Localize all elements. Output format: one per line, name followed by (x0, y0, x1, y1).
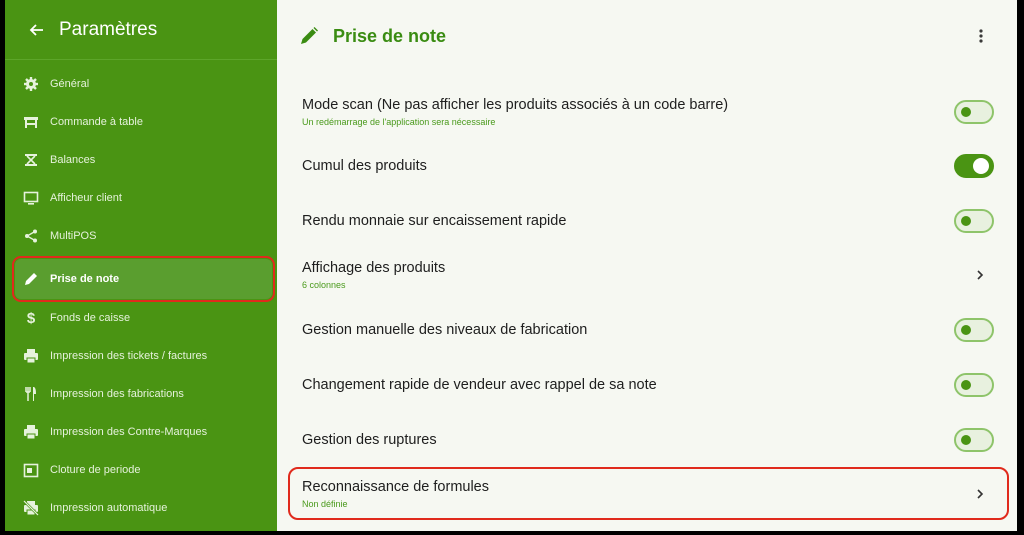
setting-subtitle: 6 colonnes (302, 280, 346, 290)
sidebar-item-label: Impression automatique (50, 502, 168, 514)
setting-subtitle: Un redémarrage de l'application sera néc… (302, 117, 496, 127)
sidebar-item-impression-tickets[interactable]: Impression des tickets / factures (5, 337, 277, 375)
toggle-knob (961, 325, 971, 335)
toggle-switch[interactable] (954, 318, 994, 342)
sidebar: Paramètres Général Commande à table Bala… (5, 0, 277, 531)
gear-icon (22, 75, 40, 93)
chevron-right-icon (972, 267, 988, 283)
sidebar-item-cloture-periode[interactable]: Cloture de periode (5, 451, 277, 489)
app-window: Paramètres Général Commande à table Bala… (5, 0, 1017, 531)
main-header: Prise de note (277, 0, 1017, 72)
sidebar-item-general[interactable]: Général (5, 65, 277, 103)
sidebar-item-impression-fabrications[interactable]: Impression des fabrications (5, 375, 277, 413)
main-panel: Prise de note Mode scan (Ne pas afficher… (277, 0, 1017, 531)
more-vert-icon[interactable] (973, 26, 989, 46)
setting-affichage-produits[interactable]: Affichage des produits 6 colonnes (302, 256, 994, 294)
setting-gestion-ruptures[interactable]: Gestion des ruptures (302, 427, 994, 453)
printer-icon (22, 347, 40, 365)
sidebar-item-impression-contre-marques[interactable]: Impression des Contre-Marques (5, 413, 277, 451)
sidebar-item-label: Commande à table (50, 116, 143, 128)
sidebar-item-label: Général (50, 78, 90, 90)
toggle-knob (961, 435, 971, 445)
sidebar-header: Paramètres (5, 0, 277, 60)
table-icon (22, 113, 40, 131)
setting-title: Cumul des produits (302, 158, 427, 174)
toggle-switch[interactable] (954, 428, 994, 452)
sidebar-title: Paramètres (59, 18, 158, 40)
setting-mode-scan[interactable]: Mode scan (Ne pas afficher les produits … (302, 94, 994, 130)
share-icon (22, 227, 40, 245)
setting-title: Gestion des ruptures (302, 432, 437, 448)
setting-title: Reconnaissance de formules (302, 479, 489, 495)
fork-knife-icon (22, 385, 40, 403)
setting-title: Mode scan (Ne pas afficher les produits … (302, 97, 729, 113)
sidebar-item-label: Impression des Contre-Marques (50, 426, 208, 438)
setting-gestion-niveaux[interactable]: Gestion manuelle des niveaux de fabricat… (302, 317, 994, 343)
sidebar-item-label: Afficheur client (50, 192, 122, 204)
sidebar-item-label: Fonds de caisse (50, 312, 131, 324)
toggle-knob (961, 107, 971, 117)
toggle-switch[interactable] (954, 154, 994, 178)
setting-subtitle: Non définie (302, 499, 348, 509)
sidebar-item-label: Impression des fabrications (50, 388, 184, 400)
printer-icon (22, 423, 40, 441)
setting-title: Gestion manuelle des niveaux de fabricat… (302, 322, 588, 338)
sidebar-item-label: MultiPOS (50, 230, 97, 242)
pencil-icon (22, 270, 40, 288)
sidebar-nav: Général Commande à table Balances Affich… (5, 60, 277, 527)
scale-icon (22, 151, 40, 169)
setting-cumul-produits[interactable]: Cumul des produits (302, 153, 994, 179)
setting-reconnaissance-formules[interactable]: Reconnaissance de formules Non définie (302, 475, 994, 513)
sidebar-item-label: Prise de note (50, 273, 120, 285)
toggle-knob (961, 216, 971, 226)
sidebar-item-label: Impression des tickets / factures (50, 350, 208, 362)
sidebar-item-label: Cloture de periode (50, 464, 141, 476)
sidebar-item-fonds-de-caisse[interactable]: $ Fonds de caisse (5, 299, 277, 337)
calendar-icon (22, 461, 40, 479)
setting-title: Changement rapide de vendeur avec rappel… (302, 377, 657, 393)
back-arrow-icon[interactable] (25, 19, 47, 41)
page-title: Prise de note (333, 25, 447, 46)
toggle-knob (973, 158, 989, 174)
sidebar-item-afficheur-client[interactable]: Afficheur client (5, 179, 277, 217)
sidebar-item-balances[interactable]: Balances (5, 141, 277, 179)
sidebar-item-multipos[interactable]: MultiPOS (5, 217, 277, 255)
setting-changement-vendeur[interactable]: Changement rapide de vendeur avec rappel… (302, 372, 994, 398)
sidebar-item-prise-de-note[interactable]: Prise de note (12, 256, 275, 302)
sidebar-item-label: Balances (50, 154, 96, 166)
printer-off-icon (22, 499, 40, 517)
toggle-switch[interactable] (954, 100, 994, 124)
chevron-right-icon (972, 486, 988, 502)
setting-title: Rendu monnaie sur encaissement rapide (302, 213, 567, 229)
sidebar-item-impression-automatique[interactable]: Impression automatique (5, 489, 277, 527)
pencil-icon (298, 25, 320, 47)
setting-title: Affichage des produits (302, 260, 446, 276)
monitor-icon (22, 189, 40, 207)
sidebar-item-commande-table[interactable]: Commande à table (5, 103, 277, 141)
toggle-switch[interactable] (954, 373, 994, 397)
toggle-knob (961, 380, 971, 390)
dollar-icon: $ (26, 309, 36, 327)
setting-rendu-monnaie[interactable]: Rendu monnaie sur encaissement rapide (302, 208, 994, 234)
toggle-switch[interactable] (954, 209, 994, 233)
